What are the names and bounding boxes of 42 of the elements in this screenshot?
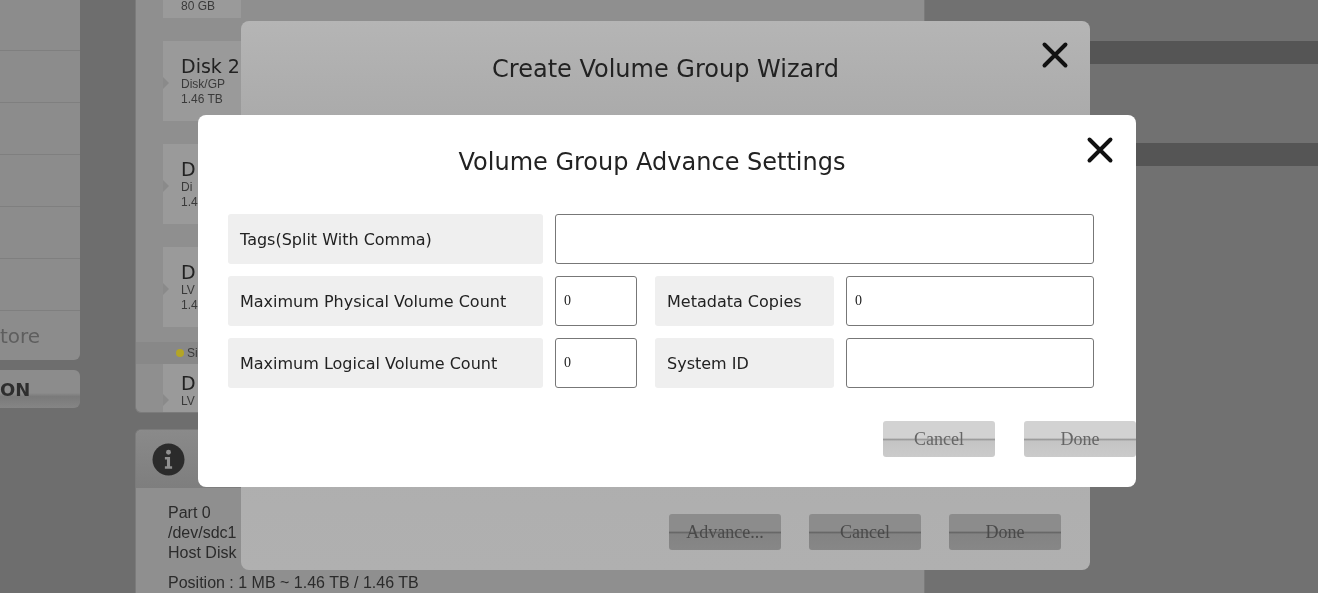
dialog-button[interactable]: Done (1024, 421, 1136, 457)
disk-title: D (181, 158, 197, 180)
dialog-button[interactable]: Cancel (809, 514, 921, 550)
disk-detail: LV (181, 394, 196, 409)
info-text: Host Disk (168, 543, 237, 563)
field-label: Maximum Logical Volume Count (228, 338, 543, 388)
field-label: Tags(Split With Comma) (228, 214, 543, 264)
info-text: Part 0 (168, 503, 211, 523)
dialog-button[interactable]: Done (949, 514, 1061, 550)
input-field[interactable]: 0 (846, 276, 1094, 326)
disk-detail: 1.46 TB (181, 92, 224, 107)
status-label: Si (187, 346, 198, 360)
field-label: System ID (655, 338, 834, 388)
disk-detail: Di (181, 180, 194, 195)
disk-detail: Disk/GP (181, 77, 226, 92)
disk-detail: LV (181, 283, 196, 298)
dialog-button[interactable]: Cancel (883, 421, 995, 457)
disk-detail: 1.4 (181, 195, 199, 210)
info-icon (152, 442, 185, 476)
info-text: /dev/sdc1 (168, 523, 237, 543)
dialog-title: Volume Group Advance Settings (458, 148, 846, 176)
disk-title: D (181, 372, 197, 394)
info-text: Position : 1 MB ~ 1.46 TB / 1.46 TB (168, 573, 419, 593)
input-field[interactable]: 0 (555, 276, 637, 326)
input-field[interactable] (555, 214, 1094, 264)
disk-title: D (181, 261, 197, 283)
input-field[interactable]: 0 (555, 338, 637, 388)
close-button[interactable] (1085, 135, 1115, 165)
disk-title: Disk 2 (181, 55, 241, 77)
close-icon (1086, 136, 1114, 164)
disk-card[interactable]: Disk 2 Disk/GP 1.46 TB (163, 41, 241, 121)
field-label: Metadata Copies (655, 276, 834, 326)
disk-detail: 1.4 (181, 298, 199, 313)
disk-detail: 80 GB (181, 0, 217, 14)
field-label: Maximum Physical Volume Count (228, 276, 543, 326)
dialog-title: Create Volume Group Wizard (492, 55, 839, 83)
close-icon (1041, 41, 1069, 69)
input-field[interactable] (846, 338, 1094, 388)
sidebar-button[interactable]: ON (0, 370, 80, 408)
disk-card[interactable]: 80 GB (163, 0, 241, 18)
close-button[interactable] (1040, 40, 1070, 70)
dialog-button[interactable]: Advance... (669, 514, 781, 550)
